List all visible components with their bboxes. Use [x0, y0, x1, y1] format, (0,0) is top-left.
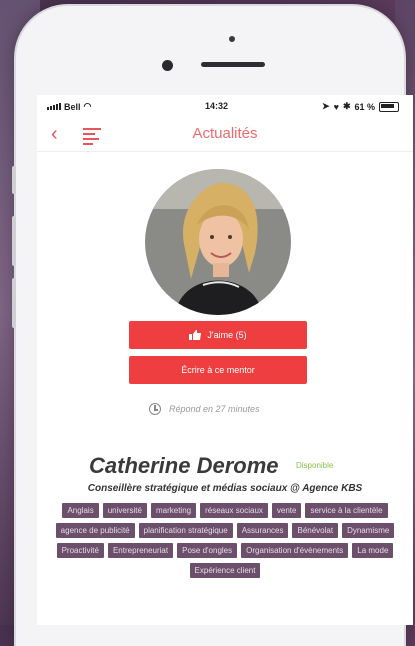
tag[interactable]: Proactivité	[56, 543, 104, 558]
tag[interactable]: Assurances	[236, 523, 289, 538]
heart-icon: ♥	[333, 101, 339, 112]
tag[interactable]: Anglais	[62, 503, 99, 518]
mentor-title: Conseillère stratégique et médias sociau…	[87, 483, 363, 494]
battery-icon	[379, 101, 399, 112]
app-screen: Bell ◠ 14:32 ➤ ♥ ✱ 61 % ‹ Actualités J'a…	[37, 95, 413, 625]
tag[interactable]: La mode	[352, 543, 394, 558]
like-button[interactable]: J'aime (5)	[129, 321, 307, 349]
tag[interactable]: Pose d'ongles	[177, 543, 238, 558]
tag[interactable]: Expérience client	[189, 563, 261, 578]
phone-volume-down-button	[12, 278, 16, 328]
phone-volume-up-button	[12, 216, 16, 266]
thumbs-up-icon	[189, 330, 202, 340]
tag[interactable]: agence de publicité	[55, 523, 135, 538]
tag[interactable]: Bénévolat	[292, 523, 339, 538]
clock-time: 14:32	[205, 101, 229, 111]
tag[interactable]: Dynamisme	[342, 523, 395, 538]
tag[interactable]: Organisation d'évènements	[241, 543, 349, 558]
status-bar: Bell ◠ 14:32 ➤ ♥ ✱ 61 %	[37, 95, 413, 117]
response-time-text: Répond en 27 minutes	[169, 404, 260, 414]
front-camera	[162, 60, 173, 71]
tag[interactable]: service à la clientèle	[305, 503, 388, 518]
mentor-name: Catherine Derome	[89, 453, 279, 478]
tag[interactable]: université	[102, 503, 147, 518]
proximity-sensor	[229, 36, 235, 42]
wifi-icon: ◠	[83, 101, 92, 111]
status-right: ➤ ♥ ✱ 61 %	[322, 101, 399, 112]
navigation-bar: ‹ Actualités	[37, 117, 413, 152]
write-mentor-button[interactable]: Écrire à ce mentor	[129, 356, 307, 384]
avatar	[145, 169, 291, 315]
battery-percent: 61 %	[354, 101, 375, 112]
carrier: Bell ◠	[47, 101, 91, 112]
like-label: J'aime (5)	[207, 330, 247, 340]
tag[interactable]: planification stratégique	[138, 523, 233, 538]
bluetooth-icon: ✱	[342, 101, 351, 111]
tag[interactable]: vente	[271, 503, 302, 518]
write-label: Écrire à ce mentor	[181, 365, 255, 375]
phone-mute-button	[12, 166, 16, 194]
tag[interactable]: réseaux sociaux	[200, 503, 268, 518]
page-title: Actualités	[192, 125, 258, 142]
earpiece-speaker	[201, 62, 265, 67]
clock-icon	[149, 403, 161, 415]
tag[interactable]: Entrepreneuriat	[107, 543, 174, 558]
availability-badge: Disponible	[296, 461, 334, 470]
tag[interactable]: marketing	[150, 503, 197, 518]
carrier-name: Bell	[64, 101, 81, 112]
location-icon: ➤	[322, 101, 330, 111]
signal-icon	[47, 103, 61, 110]
response-time: Répond en 27 minutes	[149, 403, 260, 415]
skill-tags: Anglais université marketing réseaux soc…	[41, 503, 409, 578]
